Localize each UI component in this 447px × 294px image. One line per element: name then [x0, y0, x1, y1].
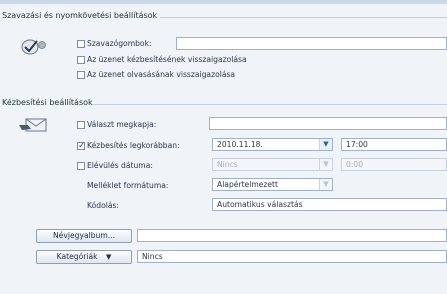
delivery-group-divider: [92, 104, 447, 105]
delivery-receipt-label: Az üzenet kézbesítésének visszaigazolása: [87, 55, 247, 64]
attachment-format-select[interactable]: Alapértelmezett ▼: [212, 178, 333, 191]
voting-group-divider: [160, 17, 447, 18]
expires-time: 0:00: [341, 158, 447, 171]
title-bar-strip: [0, 0, 447, 4]
delivery-group-title: Kézbesítési beállítások: [2, 98, 96, 107]
read-receipt-label: Az üzenet olvasásának visszaigazolása: [87, 70, 236, 79]
expires-date-value: Nincs: [217, 160, 238, 169]
voting-buttons-checkbox[interactable]: [77, 40, 85, 48]
categories-button[interactable]: Kategóriák ▼: [36, 250, 132, 264]
attachment-format-value: Alapértelmezett: [217, 180, 279, 189]
envelope-hand-icon: [19, 118, 47, 132]
chevron-down-icon[interactable]: ▼: [319, 139, 332, 150]
expires-date: Nincs ▼: [212, 158, 333, 171]
expires-label: Elévülés dátuma:: [87, 161, 153, 170]
voting-buttons-label: Szavazógombok:: [87, 39, 152, 48]
check-seal-icon: [21, 39, 46, 55]
deliver-after-checkbox[interactable]: [77, 140, 86, 152]
categories-value: Nincs: [137, 250, 447, 263]
reply-to-input[interactable]: [209, 117, 447, 130]
encoding-select[interactable]: Automatikus választás: [212, 198, 447, 211]
read-receipt-checkbox[interactable]: [77, 71, 85, 79]
reply-to-checkbox[interactable]: [77, 121, 85, 129]
attachment-format-label: Melléklet formátuma:: [87, 181, 169, 190]
categories-button-label: Kategóriák: [56, 252, 98, 261]
voting-buttons-input[interactable]: [176, 37, 447, 50]
encoding-label: Kódolás:: [87, 201, 119, 210]
contacts-button[interactable]: Névjegyalbum...: [36, 229, 132, 243]
deliver-after-date[interactable]: 2010.11.18. ▼: [212, 138, 333, 151]
chevron-down-icon: ▼: [319, 159, 332, 170]
deliver-after-time[interactable]: 17:00: [341, 138, 447, 151]
voting-group-title: Szavazási és nyomkövetési beállítások: [2, 11, 161, 20]
chevron-down-icon: ▼: [105, 253, 112, 261]
chevron-down-icon[interactable]: ▼: [319, 179, 332, 190]
deliver-after-label: Kézbesítés legkorábban:: [87, 141, 180, 150]
reply-to-label: Választ megkapja:: [87, 120, 157, 129]
expires-checkbox[interactable]: [77, 162, 85, 170]
contacts-input[interactable]: [137, 229, 447, 242]
deliver-after-date-value: 2010.11.18.: [217, 140, 263, 149]
delivery-receipt-checkbox[interactable]: [77, 56, 85, 64]
